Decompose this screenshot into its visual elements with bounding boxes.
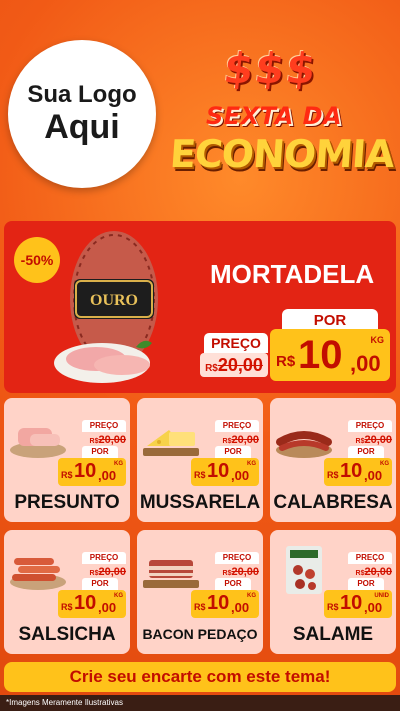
featured-product-panel[interactable]: OURO -50% MORTADELA PREÇO R$20,00 POR R$… bbox=[4, 221, 396, 393]
price-cents: ,00 bbox=[364, 600, 383, 615]
new-price-label: POR bbox=[215, 578, 251, 590]
old-price: R$20,00 bbox=[209, 564, 259, 578]
new-price-label: POR bbox=[215, 446, 251, 458]
new-price-label: POR bbox=[82, 446, 118, 458]
currency: R$ bbox=[327, 470, 339, 480]
new-price: R$ 10 ,00 KG bbox=[58, 590, 126, 618]
old-value: 20,00 bbox=[98, 434, 126, 446]
currency: R$ bbox=[194, 602, 206, 612]
new-price: R$ 10 ,00 KG bbox=[191, 590, 259, 618]
old-price-label: PREÇO bbox=[348, 552, 392, 564]
new-price: R$ 10 ,00 UNID bbox=[324, 590, 392, 618]
price-cents: ,00 bbox=[364, 468, 383, 483]
price-cents: ,00 bbox=[231, 600, 250, 615]
salame-image bbox=[286, 546, 322, 594]
old-value: 20,00 bbox=[98, 566, 126, 578]
product-name: SALAME bbox=[292, 624, 374, 645]
new-price-label: POR bbox=[82, 578, 118, 590]
old-price-label: PREÇO bbox=[215, 552, 259, 564]
headline-sexta-da-economia: $ $ $ SEXTA DA ECONOMIA bbox=[166, 40, 396, 180]
new-price: R$ 10 ,00 KG bbox=[191, 458, 259, 486]
price-unit: KG bbox=[247, 461, 256, 467]
old-price: R$20,00 bbox=[209, 432, 259, 446]
logo-line-1: Sua Logo bbox=[27, 81, 137, 109]
product-name: SALSICHA bbox=[18, 624, 116, 645]
price-integer: 10 bbox=[207, 460, 230, 482]
logo-placeholder: Sua Logo Aqui bbox=[8, 40, 156, 188]
featured-price-unit: KG bbox=[370, 335, 385, 345]
product-name: BACON PEDAÇO bbox=[142, 626, 258, 642]
mussarela-image bbox=[143, 430, 199, 456]
old-price-label: PREÇO bbox=[348, 420, 392, 432]
salsicha-image bbox=[10, 558, 66, 590]
headline-line-2: ECONOMIA bbox=[168, 132, 396, 176]
price-integer: 10 bbox=[340, 592, 363, 614]
price-integer: 10 bbox=[207, 592, 230, 614]
featured-old-currency: R$ bbox=[205, 363, 218, 374]
featured-price-integer: 10 bbox=[298, 333, 343, 377]
old-price: R$20,00 bbox=[342, 432, 392, 446]
dollar-signs: $ $ $ bbox=[221, 44, 319, 93]
product-card-salame[interactable]: PREÇO R$20,00 POR R$ 10 ,00 UNID SALAME bbox=[270, 530, 396, 654]
currency: R$ bbox=[61, 470, 73, 480]
old-price: R$20,00 bbox=[342, 564, 392, 578]
price-cents: ,00 bbox=[98, 468, 117, 483]
product-card-calabresa[interactable]: PREÇO R$20,00 POR R$ 10 ,00 KG CALABRESA bbox=[270, 398, 396, 522]
price-unit: KG bbox=[114, 593, 123, 599]
featured-currency: R$ bbox=[276, 353, 296, 370]
featured-new-price: R$ 10 ,00 KG bbox=[270, 329, 390, 381]
product-card-bacon-pedaco[interactable]: PREÇO R$20,00 POR R$ 10 ,00 KG BACON PED… bbox=[137, 530, 263, 654]
price-integer: 10 bbox=[74, 592, 97, 614]
mortadela-brand-text: OURO bbox=[90, 292, 138, 309]
product-name: MUSSARELA bbox=[139, 492, 261, 513]
currency: R$ bbox=[194, 470, 206, 480]
mortadela-image: OURO bbox=[54, 231, 158, 383]
product-card-presunto[interactable]: PREÇO R$20,00 POR R$ 10 ,00 KG PRESUNTO bbox=[4, 398, 130, 522]
presunto-image bbox=[10, 428, 66, 458]
old-value: 20,00 bbox=[364, 434, 392, 446]
headline-line-1: SEXTA DA bbox=[206, 102, 343, 130]
price-integer: 10 bbox=[74, 460, 97, 482]
old-value: 20,00 bbox=[364, 566, 392, 578]
old-value: 20,00 bbox=[231, 434, 259, 446]
price-integer: 10 bbox=[340, 460, 363, 482]
featured-product-name: MORTADELA bbox=[210, 259, 375, 289]
dollar-sign-1: $ bbox=[221, 44, 256, 93]
currency: R$ bbox=[61, 602, 73, 612]
product-name: PRESUNTO bbox=[14, 492, 120, 513]
old-price: R$20,00 bbox=[76, 564, 126, 578]
new-price: R$ 10 ,00 KG bbox=[58, 458, 126, 486]
calabresa-image bbox=[276, 431, 332, 458]
featured-old-price: R$20,00 bbox=[200, 353, 268, 377]
product-card-mussarela[interactable]: PREÇO R$20,00 POR R$ 10 ,00 KG MUSSARELA bbox=[137, 398, 263, 522]
bacon-image bbox=[143, 560, 199, 588]
create-flyer-banner[interactable]: Crie seu encarte com este tema! bbox=[4, 662, 396, 692]
old-price: R$20,00 bbox=[76, 432, 126, 446]
old-price-label: PREÇO bbox=[82, 552, 126, 564]
featured-price-cents: ,00 bbox=[350, 351, 381, 376]
product-name: CALABRESA bbox=[273, 492, 393, 513]
featured-old-price-label: PREÇO bbox=[204, 333, 268, 353]
discount-badge: -50% bbox=[14, 237, 60, 283]
new-price: R$ 10 ,00 KG bbox=[324, 458, 392, 486]
new-price-label: POR bbox=[348, 578, 384, 590]
dollar-sign-3: $ bbox=[283, 44, 319, 93]
price-cents: ,00 bbox=[98, 600, 117, 615]
price-unit: KG bbox=[247, 593, 256, 599]
logo-line-2: Aqui bbox=[44, 107, 120, 146]
dollar-sign-2: $ bbox=[252, 44, 288, 93]
featured-old-value: 20,00 bbox=[217, 355, 263, 375]
old-price-label: PREÇO bbox=[82, 420, 126, 432]
old-value: 20,00 bbox=[231, 566, 259, 578]
price-cents: ,00 bbox=[231, 468, 250, 483]
product-card-salsicha[interactable]: PREÇO R$20,00 POR R$ 10 ,00 KG SALSICHA bbox=[4, 530, 130, 654]
new-price-label: POR bbox=[348, 446, 384, 458]
price-unit: KG bbox=[114, 461, 123, 467]
price-unit: KG bbox=[380, 461, 389, 467]
disclaimer-footnote: *Imagens Meramente Ilustrativas bbox=[0, 695, 400, 711]
currency: R$ bbox=[327, 602, 339, 612]
price-unit: UNID bbox=[374, 593, 389, 599]
old-price-label: PREÇO bbox=[215, 420, 259, 432]
